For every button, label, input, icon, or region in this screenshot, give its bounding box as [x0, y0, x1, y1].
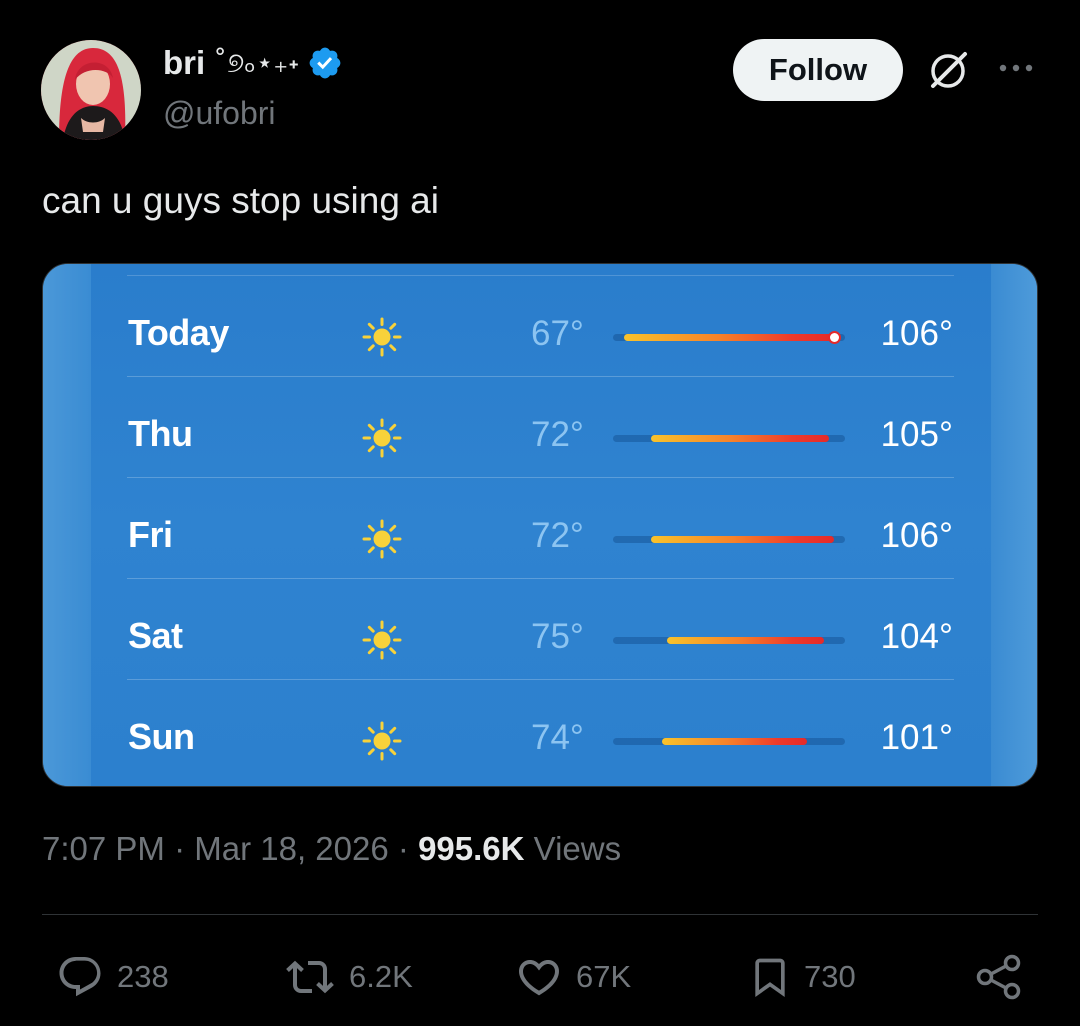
avatar[interactable]: [41, 40, 141, 140]
display-name-decoration: ˚୭ₒ⋆₊˖: [213, 46, 300, 79]
temperature-range-track: [613, 738, 845, 745]
reply-button[interactable]: 238: [55, 953, 169, 1001]
verified-badge-icon: [307, 45, 343, 81]
sun-icon: [361, 316, 403, 358]
follow-button[interactable]: Follow: [733, 39, 903, 101]
forecast-day: Today: [128, 312, 229, 353]
forecast-high-temp: 101°: [880, 718, 953, 757]
sun-icon: [361, 720, 403, 762]
forecast-day: Sun: [128, 716, 195, 757]
sun-icon: [361, 518, 403, 560]
post-date[interactable]: Mar 18, 2026: [194, 830, 388, 867]
temperature-range-bar: [650, 435, 829, 442]
repost-button[interactable]: 6.2K: [283, 953, 413, 1001]
heart-icon: [518, 960, 560, 996]
post-time[interactable]: 7:07 PM: [42, 830, 165, 867]
bookmark-icon: [755, 958, 785, 998]
meta-separator: ·: [174, 830, 186, 867]
forecast-low-temp: 67°: [531, 314, 584, 353]
forecast-high-temp: 106°: [880, 314, 953, 353]
temperature-range-track: [613, 637, 845, 644]
share-icon: [976, 954, 1021, 1000]
author-handle[interactable]: @ufobri: [163, 95, 276, 132]
bookmark-button[interactable]: 730: [748, 953, 856, 1001]
forecast-high-temp: 104°: [880, 617, 953, 656]
bookmark-count: 730: [804, 959, 856, 994]
tweet-meta: 7:07 PM · Mar 18, 2026 · 995.6K Views: [42, 830, 621, 868]
temperature-range-track: [613, 536, 845, 543]
like-button[interactable]: 67K: [514, 953, 631, 1001]
current-temperature-dot: [829, 333, 839, 342]
forecast-high-temp: 106°: [880, 516, 953, 555]
temperature-range-track: [613, 435, 845, 442]
forecast-row: Sat 75° 104°: [43, 579, 1037, 680]
forecast-low-temp: 75°: [531, 617, 584, 656]
reply-count: 238: [117, 959, 169, 994]
forecast-low-temp: 72°: [531, 516, 584, 555]
temperature-range-bar: [667, 637, 824, 644]
forecast-row: Sun 74° 101°: [43, 680, 1037, 781]
repost-icon: [286, 960, 334, 994]
sun-icon: [361, 417, 403, 459]
forecast-day: Sat: [128, 615, 183, 656]
tweet-page: bri ˚୭ₒ⋆₊˖ @ufobri Follow can u guys sto…: [0, 0, 1080, 1026]
like-count: 67K: [576, 959, 632, 994]
views-count: 995.6K: [418, 830, 525, 867]
grok-icon[interactable]: [925, 47, 971, 93]
temperature-range-track: [613, 333, 845, 342]
forecast-low-temp: 72°: [531, 415, 584, 454]
reply-icon: [59, 957, 101, 997]
more-options-icon[interactable]: [996, 58, 1036, 78]
meta-separator: ·: [397, 830, 409, 867]
temperature-range-bar: [661, 738, 808, 745]
display-name[interactable]: bri: [163, 44, 205, 82]
share-button[interactable]: [974, 953, 1024, 1001]
temperature-range-bar: [623, 334, 835, 341]
tweet-media-weather-forecast[interactable]: Today 67° 106° Thu 72° 105° Fri 72° 106° Sat 75° 10…: [42, 263, 1038, 787]
sun-icon: [361, 619, 403, 661]
author-name[interactable]: bri ˚୭ₒ⋆₊˖: [163, 44, 343, 82]
temperature-range-bar: [650, 536, 835, 543]
forecast-low-temp: 74°: [531, 718, 584, 757]
forecast-row: Fri 72° 106°: [43, 478, 1037, 579]
forecast-day: Thu: [128, 413, 193, 454]
forecast-high-temp: 105°: [880, 415, 953, 454]
tweet-text: can u guys stop using ai: [42, 180, 439, 221]
repost-count: 6.2K: [349, 959, 413, 994]
action-bar-divider: [42, 914, 1038, 915]
forecast-row: Today 67° 106°: [43, 276, 1037, 377]
views-label: Views: [533, 830, 622, 867]
forecast-day: Fri: [128, 514, 173, 555]
forecast-row: Thu 72° 105°: [43, 377, 1037, 478]
